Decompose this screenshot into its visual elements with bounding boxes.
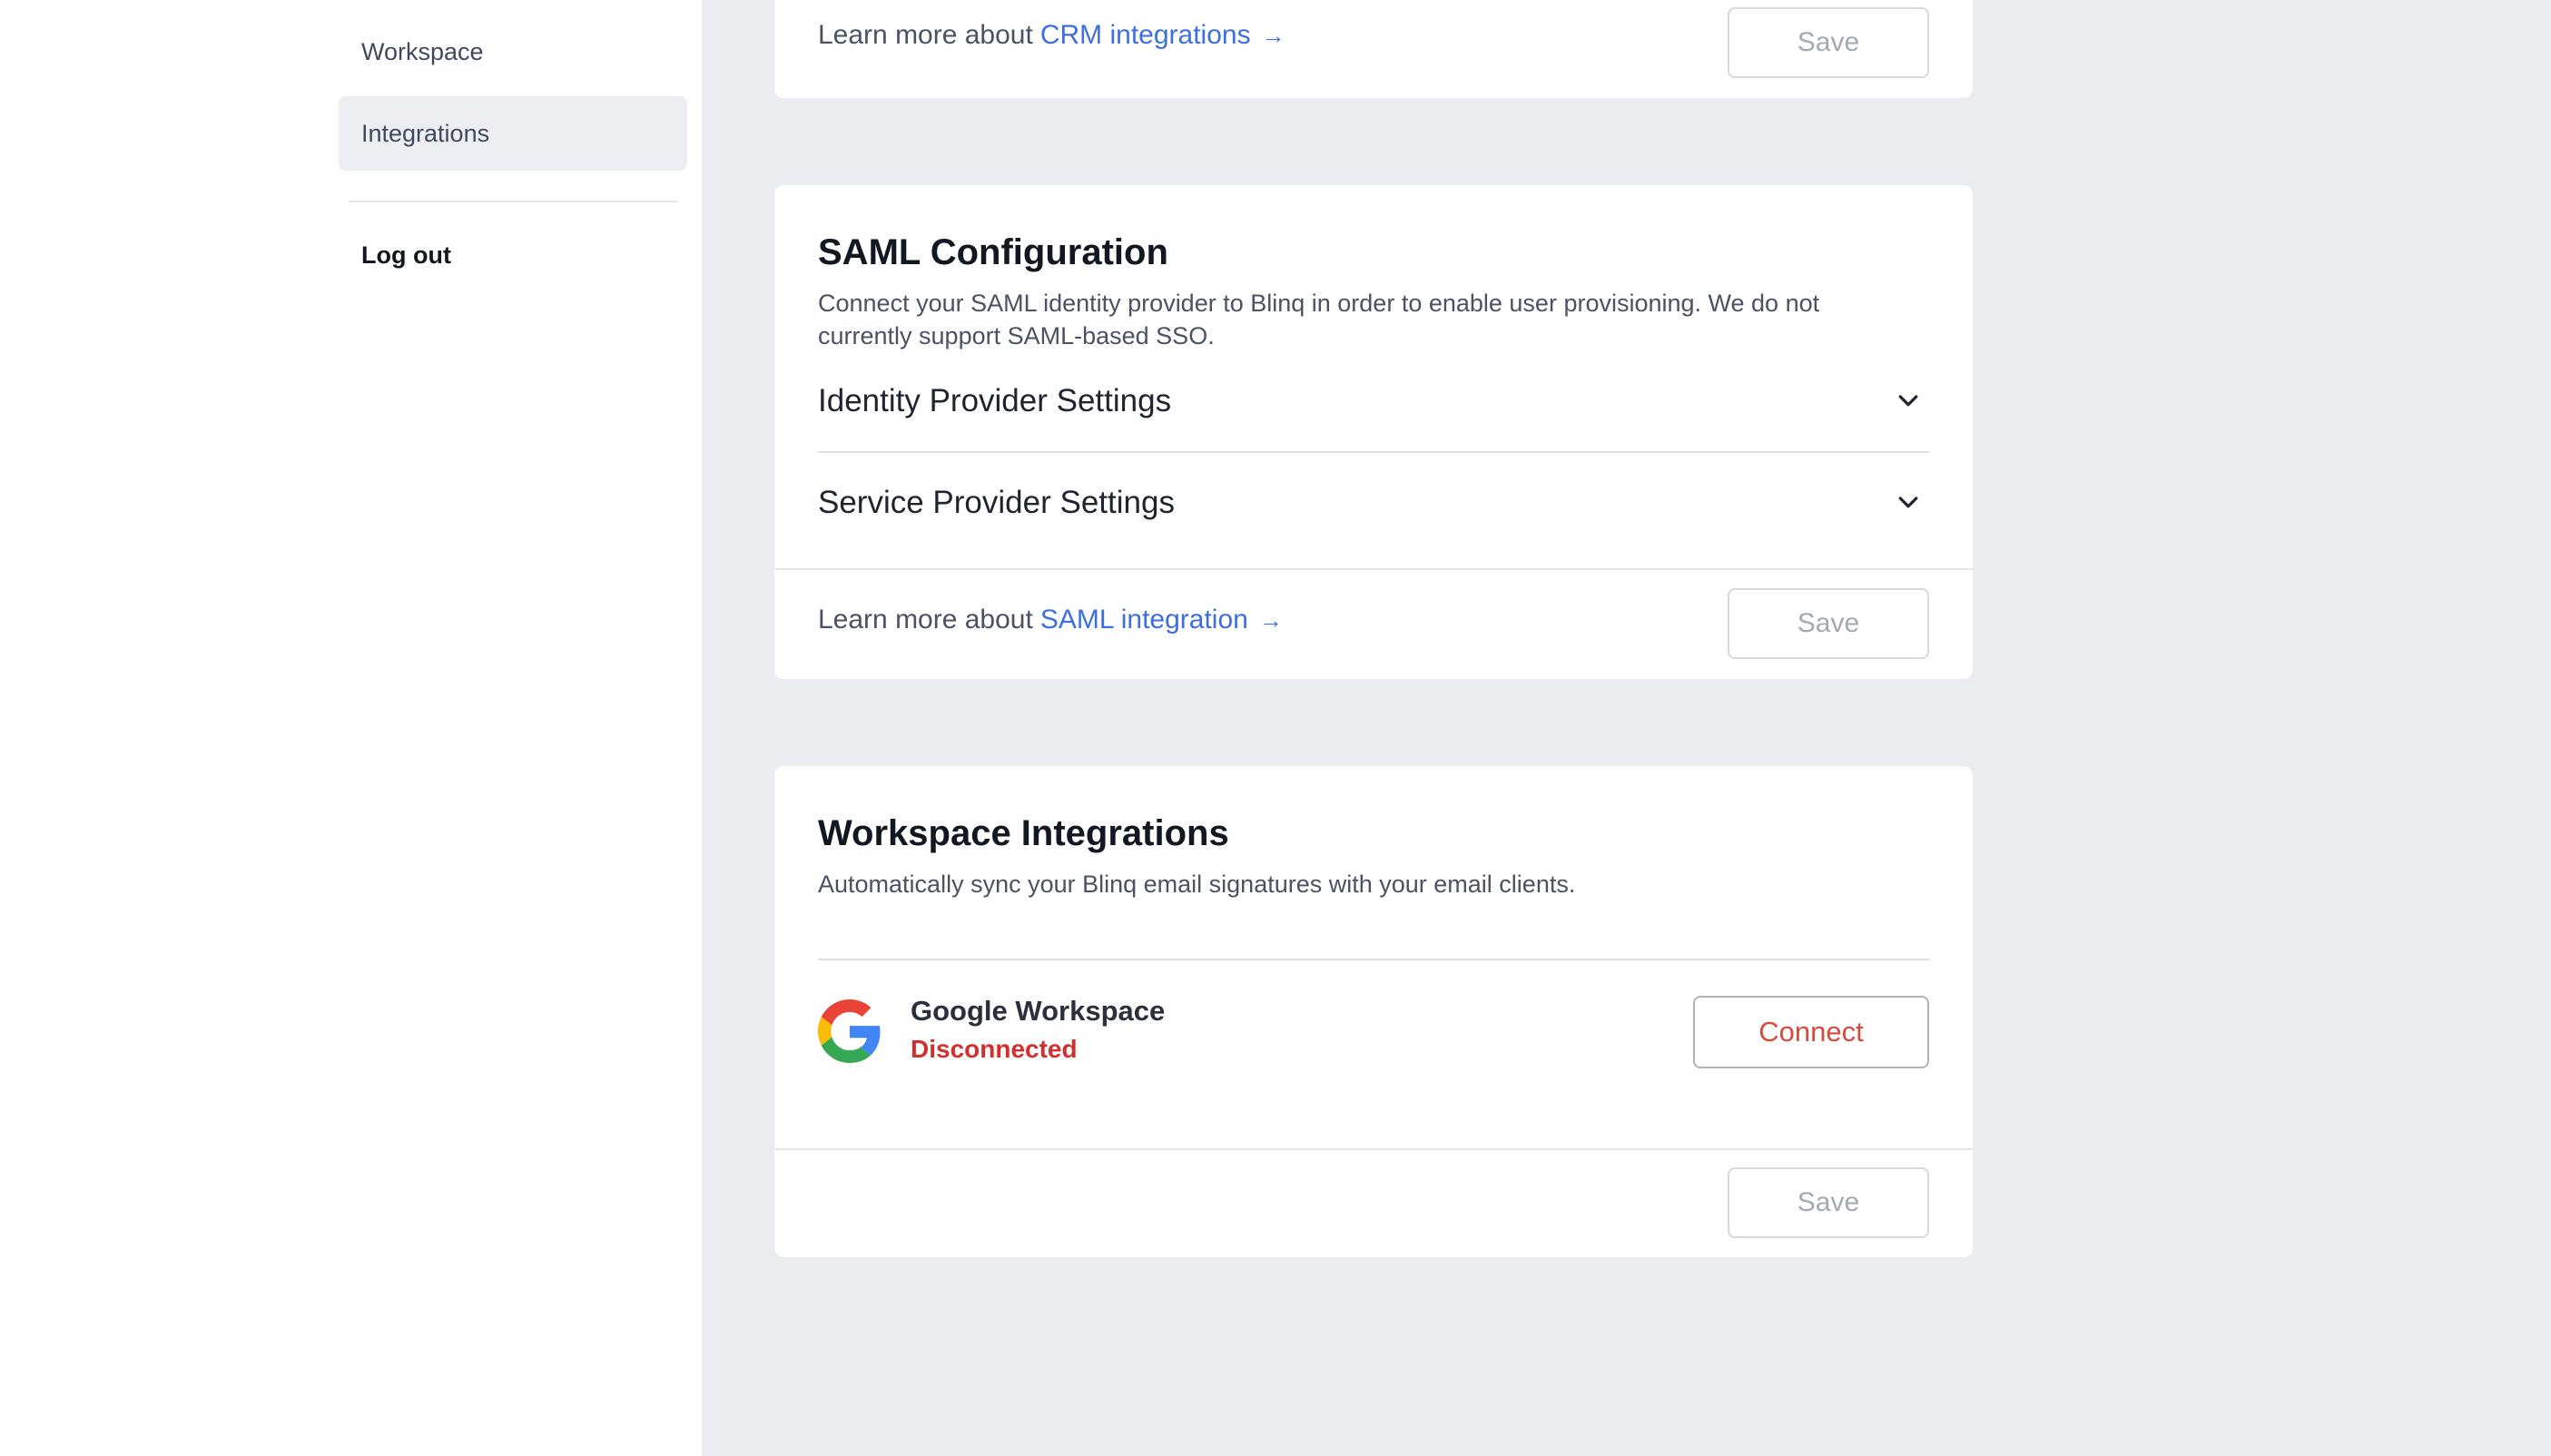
crm-learn-more: Learn more about CRM integrations → [818, 20, 1285, 51]
identity-provider-settings-toggle[interactable]: Identity Provider Settings [818, 360, 1929, 442]
logout-button[interactable]: Log out [361, 241, 451, 270]
workspace-integrations-title: Workspace Integrations [818, 813, 1229, 853]
sidebar-item-label: Workspace [361, 37, 484, 65]
saml-title: SAML Configuration [818, 232, 1168, 272]
arrow-right-icon: → [1261, 21, 1285, 49]
sidebar: Workspace Integrations Log out [0, 0, 702, 1456]
accordion-label: Service Provider Settings [818, 485, 1175, 520]
connect-google-workspace-button[interactable]: Connect [1693, 996, 1929, 1068]
sidebar-divider [349, 201, 677, 202]
saml-learn-more: Learn more about SAML integration → [818, 605, 1283, 635]
google-icon [818, 999, 881, 1063]
crm-integrations-link[interactable]: CRM integrations [1040, 20, 1251, 51]
saml-configuration-card: SAML Configuration Connect your SAML ide… [774, 185, 1973, 679]
crm-integrations-card: Learn more about CRM integrations → Save [774, 0, 1973, 98]
saml-integration-link[interactable]: SAML integration [1040, 605, 1248, 635]
learn-more-prefix: Learn more about [818, 20, 1033, 50]
sidebar-item-label: Integrations [361, 119, 490, 147]
service-provider-settings-toggle[interactable]: Service Provider Settings [818, 462, 1929, 544]
crm-save-button[interactable]: Save [1728, 7, 1929, 78]
accordion-divider [818, 451, 1929, 453]
integration-status: Disconnected [911, 1035, 1078, 1063]
workspace-integrations-card: Workspace Integrations Automatically syn… [774, 766, 1973, 1257]
workspace-save-button[interactable]: Save [1728, 1167, 1929, 1238]
integration-name: Google Workspace [911, 995, 1166, 1027]
workspace-integrations-description: Automatically sync your Blinq email sign… [818, 871, 1576, 898]
integrations-divider [818, 959, 1929, 960]
sidebar-item-integrations[interactable]: Integrations [339, 96, 687, 171]
saml-save-button[interactable]: Save [1728, 588, 1929, 659]
saml-description: Connect your SAML identity provider to B… [818, 290, 1820, 349]
arrow-right-icon: → [1258, 605, 1283, 634]
learn-more-prefix: Learn more about [818, 605, 1033, 635]
sidebar-item-workspace[interactable]: Workspace [339, 15, 687, 89]
card-footer-divider [774, 1148, 1973, 1150]
chevron-down-icon [1898, 497, 1918, 508]
chevron-down-icon [1898, 395, 1918, 407]
card-footer-divider [774, 568, 1973, 570]
accordion-label: Identity Provider Settings [818, 383, 1172, 418]
